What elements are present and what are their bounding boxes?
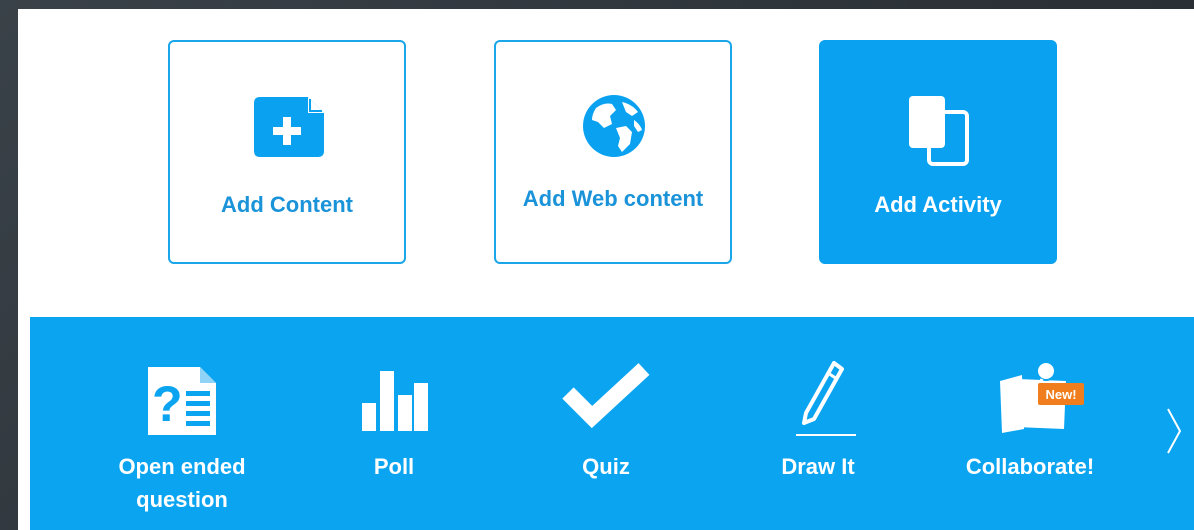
add-activity-label: Add Activity bbox=[874, 192, 1002, 217]
quiz-label: Quiz bbox=[582, 454, 630, 479]
activity-draw-it[interactable]: Draw It bbox=[718, 317, 918, 530]
collaborate-label: Collaborate! bbox=[965, 454, 1095, 479]
poll-label: Poll bbox=[373, 454, 415, 479]
add-web-content-card[interactable]: Add Web content bbox=[494, 40, 732, 264]
checkmark-icon bbox=[506, 357, 706, 437]
add-document-icon bbox=[170, 92, 404, 158]
activity-strip: ? Open ended question Poll Quiz Draw It … bbox=[30, 317, 1194, 530]
new-badge-label: New! bbox=[1045, 387, 1076, 402]
add-content-label: Add Content bbox=[221, 192, 353, 217]
add-web-content-label: Add Web content bbox=[522, 186, 704, 211]
pinned-notes-icon: New! bbox=[930, 357, 1130, 437]
pencil-icon bbox=[718, 357, 918, 437]
content-panel: Add Content Add Web content Add Activity… bbox=[18, 9, 1194, 530]
globe-icon bbox=[496, 92, 730, 158]
activity-collaborate[interactable]: New! Collaborate! bbox=[930, 317, 1130, 530]
add-activity-card[interactable]: Add Activity bbox=[819, 40, 1057, 264]
activity-quiz[interactable]: Quiz bbox=[506, 317, 706, 530]
draw-it-label: Draw It bbox=[781, 454, 855, 479]
open-ended-question-label: Open ended question bbox=[118, 454, 246, 512]
activity-open-ended-question[interactable]: ? Open ended question bbox=[82, 317, 282, 530]
add-content-card[interactable]: Add Content bbox=[168, 40, 406, 264]
chevron-right-icon bbox=[1167, 408, 1182, 454]
next-activities-button[interactable] bbox=[1160, 317, 1194, 530]
copy-pages-icon bbox=[821, 92, 1055, 166]
bar-chart-icon bbox=[294, 357, 494, 437]
question-document-icon: ? bbox=[82, 357, 282, 437]
svg-text:?: ? bbox=[152, 376, 183, 432]
activity-poll[interactable]: Poll bbox=[294, 317, 494, 530]
